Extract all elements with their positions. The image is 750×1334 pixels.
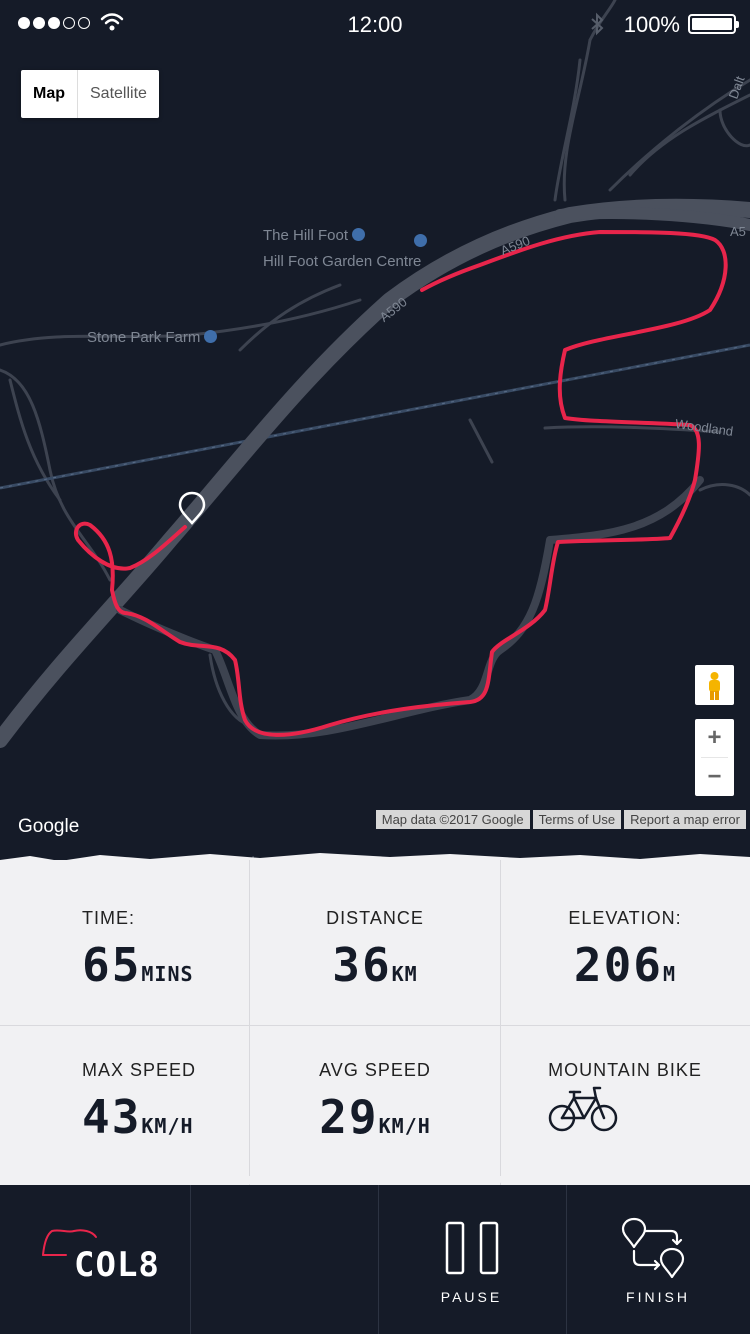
col8-logo-text: COL8	[74, 1245, 160, 1285]
stat-avg-speed: AVG SPEED 29KM/H	[250, 1012, 500, 1172]
pegman-icon	[709, 672, 720, 700]
col8-logo: COL8	[38, 1225, 168, 1295]
bicycle-icon	[548, 1086, 618, 1132]
map-data-text: Map data ©2017 Google	[375, 810, 530, 829]
battery-icon	[688, 14, 739, 34]
stat-time: TIME: 65MINS	[0, 860, 250, 1020]
map-label-garden-centre: Hill Foot Garden Centre	[263, 253, 422, 270]
stat-distance: DISTANCE 36KM	[250, 860, 500, 1020]
report-map-error-link[interactable]: Report a map error	[624, 810, 746, 829]
street-view-pegman-button[interactable]	[695, 665, 734, 705]
stat-avg-speed-label: AVG SPEED	[319, 1060, 431, 1080]
map-type-satellite-button[interactable]: Satellite	[78, 70, 159, 118]
stat-max-speed-value: 43KM/H	[82, 1090, 194, 1144]
finish-route-icon	[621, 1217, 685, 1279]
zoom-control: + −	[695, 719, 734, 796]
map-attribution: Map data ©2017 Google Terms of Use Repor…	[375, 810, 746, 829]
pause-icon	[445, 1221, 499, 1275]
stat-elevation-label: ELEVATION:	[568, 908, 682, 928]
bottom-action-bar: COL8 PAUSE FINISH	[0, 1185, 750, 1334]
map-label-a5: A5	[730, 224, 746, 239]
map-type-map-button[interactable]: Map	[21, 70, 78, 118]
ride-stats-panel: TIME: 65MINS DISTANCE 36KM ELEVATION: 20…	[0, 853, 750, 1186]
map-label-hill-foot: The Hill Foot	[263, 227, 366, 244]
map-type-control: Map Satellite	[21, 70, 159, 118]
terms-of-use-link[interactable]: Terms of Use	[532, 810, 622, 829]
stat-distance-label: DISTANCE	[326, 908, 424, 928]
zoom-in-button[interactable]: +	[695, 719, 734, 757]
zoom-out-button[interactable]: −	[695, 758, 734, 796]
stat-max-speed-label: MAX SPEED	[82, 1060, 197, 1080]
stat-activity-label: MOUNTAIN BIKE	[548, 1060, 702, 1080]
stat-time-label: TIME:	[82, 908, 135, 928]
stat-activity[interactable]: MOUNTAIN BIKE	[500, 1012, 750, 1172]
map-view[interactable]: The Hill Foot Hill Foot Garden Centre St…	[0, 0, 750, 870]
map-label-stone-park: Stone Park Farm	[87, 329, 218, 346]
stat-time-value: 65MINS	[82, 938, 194, 992]
poi-marker-icon	[414, 234, 427, 247]
map-canvas[interactable]	[0, 0, 750, 870]
stat-max-speed: MAX SPEED 43KM/H	[0, 1012, 250, 1172]
bluetooth-icon	[591, 12, 604, 36]
google-logo: Google	[18, 816, 80, 837]
battery-percentage: 100%	[623, 12, 680, 37]
stat-elevation: ELEVATION: 206M	[500, 860, 750, 1020]
finish-label: FINISH	[626, 1289, 690, 1305]
stat-distance-value: 36KM	[332, 938, 418, 992]
finish-button[interactable]: FINISH	[566, 1185, 750, 1334]
stat-avg-speed-value: 29KM/H	[319, 1090, 431, 1144]
stat-elevation-value: 206M	[573, 938, 677, 992]
pause-label: PAUSE	[440, 1289, 503, 1305]
status-bar: 12:00 100%	[0, 0, 750, 48]
pause-button[interactable]: PAUSE	[378, 1185, 566, 1334]
